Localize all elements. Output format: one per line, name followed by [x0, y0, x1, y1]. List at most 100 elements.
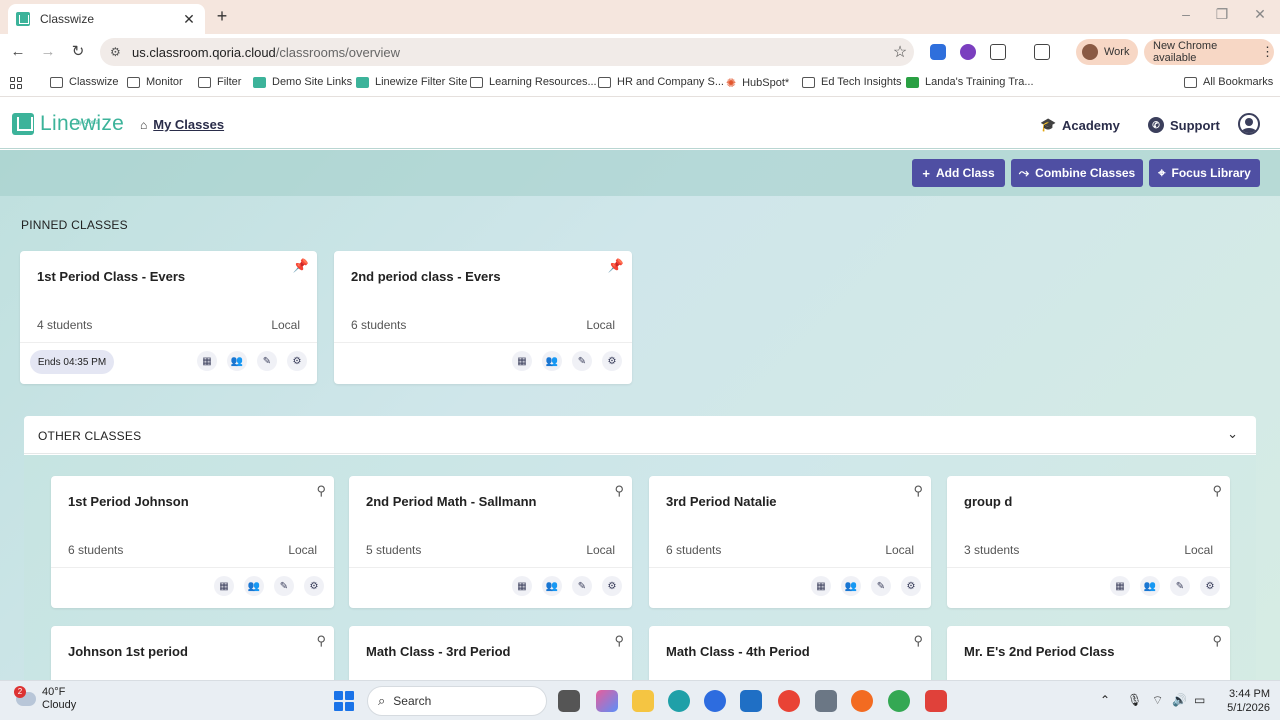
kebab-menu-icon[interactable]: ⋮: [1261, 44, 1274, 60]
edit-icon[interactable]: ✎: [257, 351, 277, 371]
pin-outline-icon[interactable]: ⚲: [614, 483, 624, 499]
bookmark-item[interactable]: ✺ HubSpot*: [726, 76, 789, 90]
bookmark-item[interactable]: Demo Site Links: [253, 76, 352, 88]
bookmark-item[interactable]: Filter: [198, 76, 241, 88]
close-tab-icon[interactable]: ✕: [181, 11, 197, 28]
extension-icon[interactable]: [930, 44, 946, 60]
class-card[interactable]: Mr. E's 2nd Period Class ⚲: [947, 626, 1230, 680]
edit-icon[interactable]: ✎: [572, 576, 592, 596]
pin-outline-icon[interactable]: ⚲: [316, 483, 326, 499]
bookmark-star-icon[interactable]: ☆: [886, 42, 914, 62]
pin-outline-icon[interactable]: ⚲: [1212, 483, 1222, 499]
extension-icon[interactable]: [960, 44, 976, 60]
windows-start-icon[interactable]: [334, 691, 354, 711]
class-name[interactable]: Math Class - 3rd Period: [366, 644, 510, 659]
students-icon[interactable]: 👥: [1140, 576, 1160, 596]
settings-gear-icon[interactable]: ⚙: [602, 351, 622, 371]
apps-grid-icon[interactable]: [10, 77, 22, 89]
class-card[interactable]: 3rd Period Natalie ⚲ 6 students Local ▦ …: [649, 476, 931, 608]
class-card[interactable]: Math Class - 4th Period ⚲: [649, 626, 931, 680]
class-card[interactable]: 1st Period Class - Evers 📌 4 students Lo…: [20, 251, 317, 384]
forward-icon[interactable]: →: [38, 42, 58, 62]
support-link[interactable]: ✆ Support: [1148, 117, 1220, 133]
new-tab-button[interactable]: +: [212, 6, 232, 27]
app-icon[interactable]: [925, 690, 947, 712]
bookmark-item[interactable]: Learning Resources...: [470, 76, 597, 88]
settings-gear-icon[interactable]: ⚙: [287, 351, 307, 371]
class-name[interactable]: Johnson 1st period: [68, 644, 188, 659]
class-card[interactable]: Johnson 1st period ⚲: [51, 626, 334, 680]
edit-icon[interactable]: ✎: [871, 576, 891, 596]
edit-icon[interactable]: ✎: [572, 351, 592, 371]
calendar-icon[interactable]: ▦: [1110, 576, 1130, 596]
students-icon[interactable]: 👥: [244, 576, 264, 596]
class-card[interactable]: 1st Period Johnson ⚲ 6 students Local ▦ …: [51, 476, 334, 608]
class-name[interactable]: 2nd Period Math - Sallmann: [366, 494, 536, 509]
class-name[interactable]: 2nd period class - Evers: [351, 269, 501, 284]
other-classes-header[interactable]: OTHER CLASSES ⌄: [24, 416, 1256, 454]
site-info-icon[interactable]: ⚙: [110, 45, 124, 59]
pin-outline-icon[interactable]: ⚲: [316, 633, 326, 649]
class-name[interactable]: 1st Period Johnson: [68, 494, 189, 509]
microphone-icon[interactable]: 🎙: [1127, 693, 1142, 707]
class-name[interactable]: 1st Period Class - Evers: [37, 269, 185, 284]
back-icon[interactable]: ←: [8, 42, 28, 62]
class-card[interactable]: 2nd period class - Evers 📌 6 students Lo…: [334, 251, 632, 384]
file-explorer-icon[interactable]: [632, 690, 654, 712]
minimize-icon[interactable]: –: [1176, 6, 1196, 22]
battery-icon[interactable]: ▭: [1194, 693, 1205, 707]
window-close-icon[interactable]: ✕: [1250, 6, 1270, 23]
tab-search-icon[interactable]: [1034, 44, 1050, 60]
bookmark-item[interactable]: Classwize: [50, 76, 119, 88]
bookmark-item[interactable]: Landa's Training Tra...: [906, 76, 1034, 88]
pin-filled-icon[interactable]: 📌: [608, 258, 624, 274]
camera-icon[interactable]: [815, 690, 837, 712]
system-clock[interactable]: 3:44 PM 5/1/2026: [1218, 687, 1270, 715]
bookmark-item[interactable]: Monitor: [127, 76, 183, 88]
add-class-button[interactable]: + Add Class: [912, 159, 1005, 187]
zoom-icon[interactable]: [704, 690, 726, 712]
browser-tab[interactable]: Classwize ✕: [8, 4, 205, 34]
settings-gear-icon[interactable]: ⚙: [602, 576, 622, 596]
extensions-puzzle-icon[interactable]: [990, 44, 1006, 60]
task-view-icon[interactable]: [558, 690, 580, 712]
chevron-down-icon[interactable]: ⌄: [1227, 426, 1238, 442]
edge-icon[interactable]: [668, 690, 690, 712]
edit-icon[interactable]: ✎: [274, 576, 294, 596]
bookmark-item[interactable]: Linewize Filter Site: [356, 76, 467, 88]
class-name[interactable]: group d: [964, 494, 1012, 509]
firefox-icon[interactable]: [851, 690, 873, 712]
profile-button[interactable]: Work: [1076, 39, 1138, 65]
outlook-icon[interactable]: [740, 690, 762, 712]
students-icon[interactable]: 👥: [542, 351, 562, 371]
settings-gear-icon[interactable]: ⚙: [1200, 576, 1220, 596]
calendar-icon[interactable]: ▦: [811, 576, 831, 596]
calendar-icon[interactable]: ▦: [512, 351, 532, 371]
weather-widget[interactable]: 2 40°F Cloudy: [14, 686, 76, 712]
class-card[interactable]: 2nd Period Math - Sallmann ⚲ 5 students …: [349, 476, 632, 608]
chrome-update-button[interactable]: New Chrome available ⋮: [1144, 39, 1274, 65]
class-name[interactable]: 3rd Period Natalie: [666, 494, 777, 509]
tray-chevron-up-icon[interactable]: ⌃: [1100, 693, 1110, 707]
pin-outline-icon[interactable]: ⚲: [913, 483, 923, 499]
wifi-icon[interactable]: ⌔: [1152, 693, 1163, 708]
chrome-icon[interactable]: [778, 690, 800, 712]
edit-icon[interactable]: ✎: [1170, 576, 1190, 596]
students-icon[interactable]: 👥: [542, 576, 562, 596]
calendar-icon[interactable]: ▦: [214, 576, 234, 596]
calendar-icon[interactable]: ▦: [197, 351, 217, 371]
bookmark-item[interactable]: Ed Tech Insights: [802, 76, 902, 88]
bookmark-item[interactable]: HR and Company S...: [598, 76, 724, 88]
linewize-logo[interactable]: Linewize: [12, 112, 124, 136]
students-icon[interactable]: 👥: [227, 351, 247, 371]
students-icon[interactable]: 👥: [841, 576, 861, 596]
my-classes-link[interactable]: My Classes: [153, 117, 224, 132]
pin-outline-icon[interactable]: ⚲: [913, 633, 923, 649]
taskbar-search[interactable]: ⌕ Search: [367, 686, 547, 716]
user-account-icon[interactable]: [1238, 113, 1260, 135]
volume-icon[interactable]: 🔊: [1172, 693, 1187, 707]
reload-icon[interactable]: ↻: [68, 42, 88, 62]
chrome-profile-icon[interactable]: [888, 690, 910, 712]
url-field[interactable]: ⚙ us.classroom.qoria.cloud/classrooms/ov…: [100, 38, 914, 66]
class-card[interactable]: group d ⚲ 3 students Local ▦ 👥 ✎ ⚙: [947, 476, 1230, 608]
